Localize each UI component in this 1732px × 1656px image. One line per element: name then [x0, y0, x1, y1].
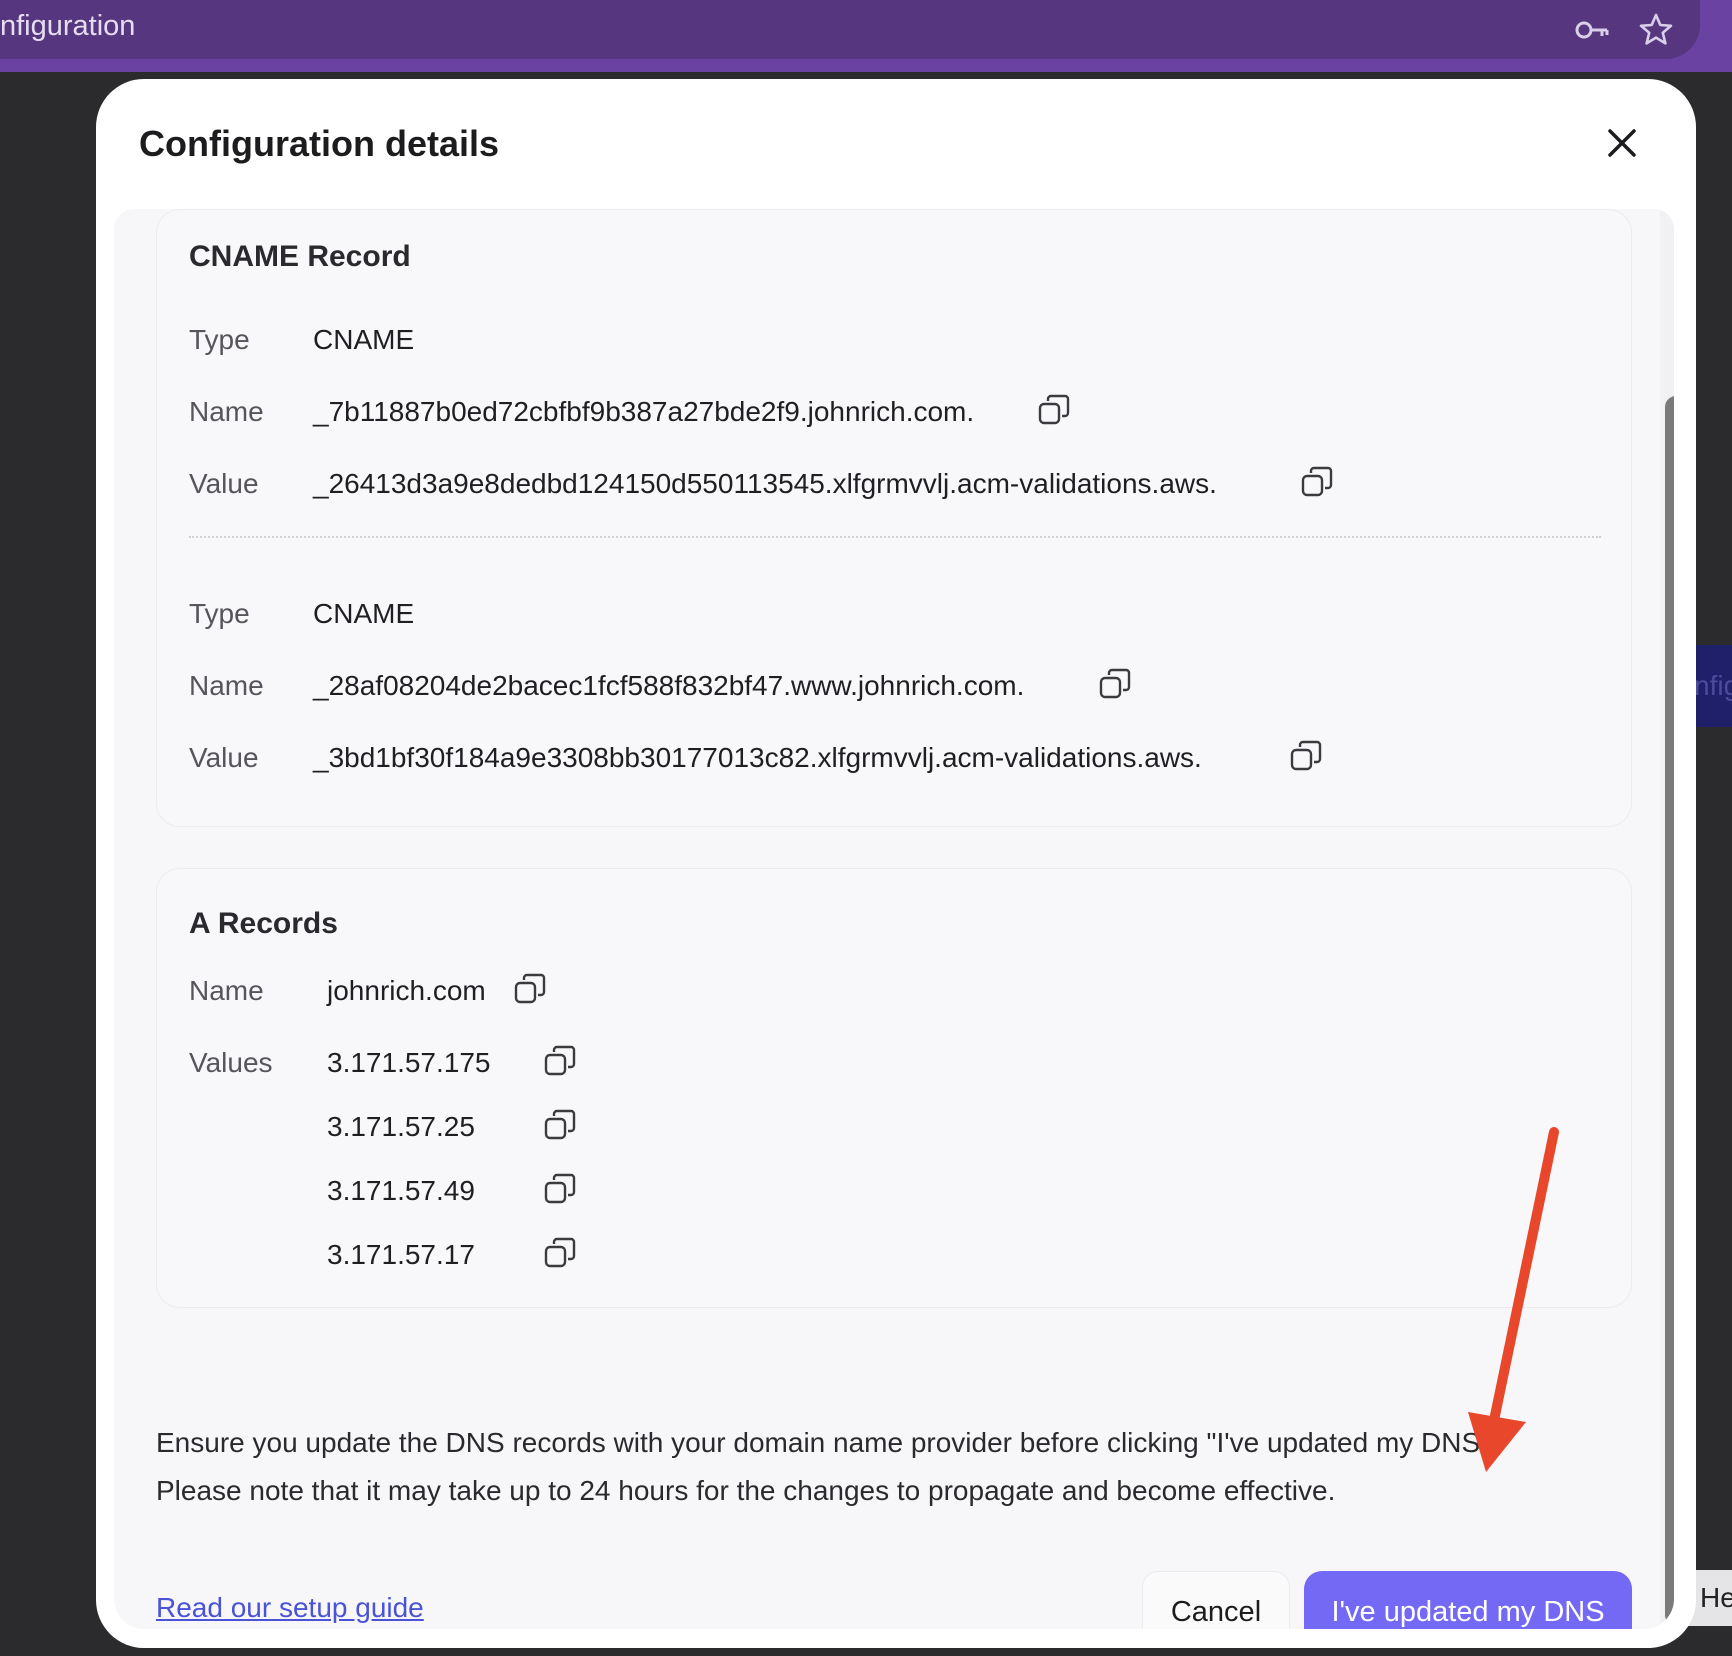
- copy-icon[interactable]: [513, 972, 547, 1006]
- browser-toolbar: nfiguration: [0, 0, 1732, 72]
- a-record-value: 3.171.57.49: [327, 1175, 475, 1206]
- copy-icon[interactable]: [1037, 393, 1071, 427]
- copy-icon[interactable]: [543, 1172, 577, 1206]
- name-label: Name: [189, 396, 264, 427]
- setup-guide-link[interactable]: Read our setup guide: [156, 1592, 424, 1624]
- scrollbar-thumb[interactable]: [1665, 396, 1674, 1626]
- note-line-2: Please note that it may take up to 24 ho…: [156, 1475, 1336, 1506]
- copy-icon[interactable]: [543, 1236, 577, 1270]
- configuration-modal: Configuration details CNAME Record Type …: [96, 79, 1696, 1648]
- close-button[interactable]: [1600, 121, 1644, 165]
- key-icon[interactable]: [1572, 10, 1612, 50]
- a-record-value: 3.171.57.175: [327, 1047, 491, 1078]
- dns-update-note: Ensure you update the DNS records with y…: [156, 1419, 1556, 1515]
- background-button-fragment: nfig: [1694, 645, 1732, 727]
- cancel-button[interactable]: Cancel: [1142, 1571, 1290, 1629]
- cname-card-title: CNAME Record: [189, 240, 411, 273]
- copy-icon[interactable]: [1098, 667, 1132, 701]
- a-record-value: 3.171.57.17: [327, 1239, 475, 1270]
- value-label: Value: [189, 742, 259, 773]
- name-label: Name: [189, 975, 264, 1006]
- cname-value-value: _26413d3a9e8dedbd124150d550113545.xlfgrm…: [313, 468, 1217, 499]
- a-record-value: 3.171.57.25: [327, 1111, 475, 1142]
- a-records-card-title: A Records: [189, 907, 338, 940]
- cname-record-card: CNAME Record Type CNAME Name _7b11887b0e…: [156, 209, 1632, 827]
- cname-name-value: _7b11887b0ed72cbfbf9b387a27bde2f9.johnri…: [313, 396, 975, 427]
- type-value: CNAME: [313, 598, 415, 629]
- updated-dns-button[interactable]: I've updated my DNS: [1304, 1571, 1632, 1629]
- type-label: Type: [189, 324, 250, 355]
- copy-icon[interactable]: [543, 1044, 577, 1078]
- type-value: CNAME: [313, 324, 415, 355]
- star-icon[interactable]: [1636, 10, 1676, 50]
- record-divider: [189, 536, 1601, 538]
- address-bar[interactable]: nfiguration: [0, 0, 1700, 59]
- note-line-1: Ensure you update the DNS records with y…: [156, 1427, 1491, 1458]
- type-label: Type: [189, 598, 250, 629]
- name-label: Name: [189, 670, 264, 701]
- a-record-name-value: johnrich.com: [327, 975, 486, 1006]
- modal-title: Configuration details: [139, 123, 499, 164]
- values-label: Values: [189, 1047, 273, 1078]
- page-title-fragment: nfiguration: [0, 10, 136, 42]
- modal-body: CNAME Record Type CNAME Name _7b11887b0e…: [114, 209, 1674, 1629]
- value-label: Value: [189, 468, 259, 499]
- copy-icon[interactable]: [543, 1108, 577, 1142]
- copy-icon[interactable]: [1289, 739, 1323, 773]
- cname-value-value: _3bd1bf30f184a9e3308bb30177013c82.xlfgrm…: [313, 742, 1202, 773]
- close-icon: [1608, 129, 1636, 157]
- cname-name-value: _28af08204de2bacec1fcf588f832bf47.www.jo…: [313, 670, 1025, 701]
- annotation-arrow: [1460, 1120, 1580, 1480]
- a-records-card: A Records Name johnrich.com Values 3.171…: [156, 868, 1632, 1308]
- copy-icon[interactable]: [1300, 465, 1334, 499]
